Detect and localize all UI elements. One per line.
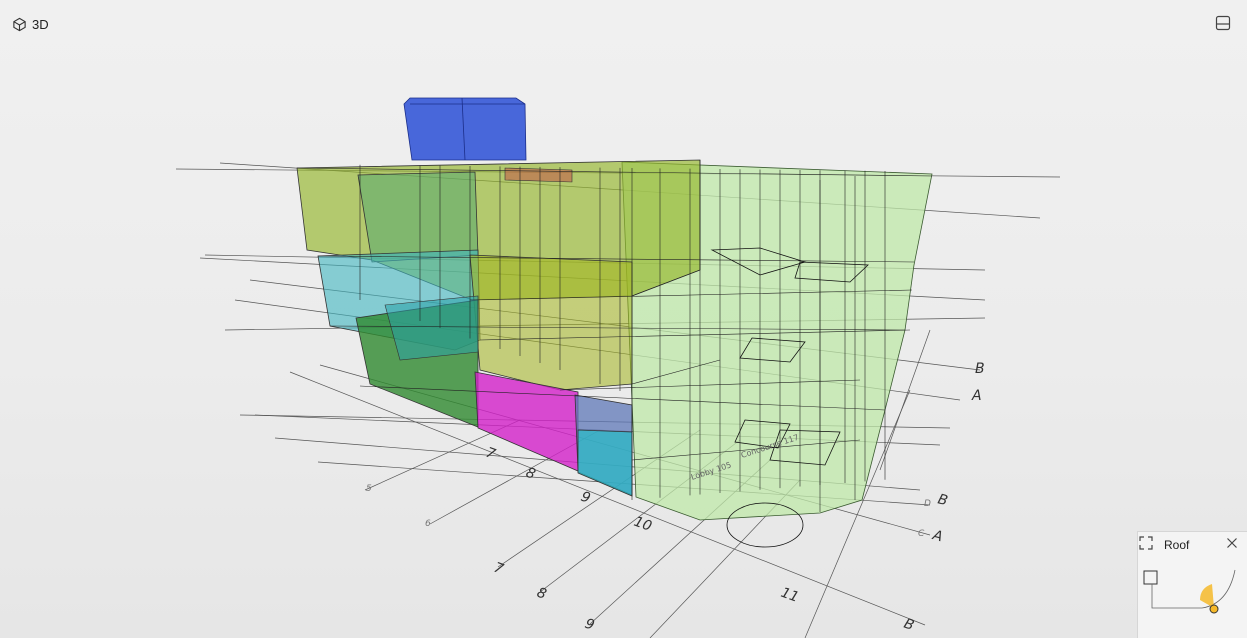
minimap-panel: Roof — [1137, 531, 1247, 638]
close-icon — [1227, 538, 1237, 548]
grid-label: 8 — [535, 585, 549, 603]
cube-outline-icon — [13, 17, 26, 31]
volume-green-upper — [357, 171, 479, 263]
grid-label: B — [975, 361, 985, 377]
grid-label: 9 — [583, 616, 597, 634]
minimap-level-title: Roof — [1164, 538, 1190, 552]
minimap-plan[interactable] — [1138, 562, 1247, 638]
volume-brown — [504, 167, 573, 183]
view-title: 3D — [12, 14, 49, 34]
grid-label: 8 — [524, 465, 538, 483]
grid-label: A — [971, 388, 982, 404]
view-title-label: 3D — [32, 16, 49, 32]
minimap-expand-button[interactable] — [1138, 535, 1154, 551]
grid-label: 10 — [632, 514, 654, 535]
minimap-outline — [1151, 569, 1236, 609]
building-model[interactable]: 7 8 9 10 11 B 7 8 9 5 6 B A B A C D Lobb… — [0, 40, 1247, 638]
grid-label: 11 — [779, 585, 801, 606]
grid-label: D — [924, 499, 931, 509]
panel-layout-icon — [1215, 15, 1231, 31]
grid-label: A — [930, 527, 944, 545]
grid-label: B — [902, 616, 917, 634]
volume-teal-ground — [384, 295, 479, 361]
grid-label: 6 — [425, 519, 431, 529]
volume-olive-mid — [469, 254, 633, 391]
3d-viewport[interactable]: 7 8 9 10 11 B 7 8 9 5 6 B A B A C D Lobb… — [0, 40, 1247, 638]
minimap-close-button[interactable] — [1226, 536, 1238, 548]
camera-position-icon — [1209, 604, 1219, 614]
grid-label: 7 — [492, 560, 506, 578]
panel-layout-button[interactable] — [1215, 15, 1231, 31]
building-volumes — [296, 97, 933, 521]
minimap-floorplan — [1143, 569, 1236, 614]
grid-label: C — [918, 529, 925, 539]
grid-label: B — [936, 491, 949, 509]
expand-icon — [1139, 536, 1153, 550]
minimap-marker — [1143, 570, 1158, 585]
minimap-header: Roof — [1138, 532, 1247, 558]
camera-cone-icon — [1200, 584, 1214, 608]
volume-teal-small — [577, 429, 633, 497]
volume-blue-roof — [403, 97, 527, 161]
grid-label: 5 — [366, 484, 372, 494]
